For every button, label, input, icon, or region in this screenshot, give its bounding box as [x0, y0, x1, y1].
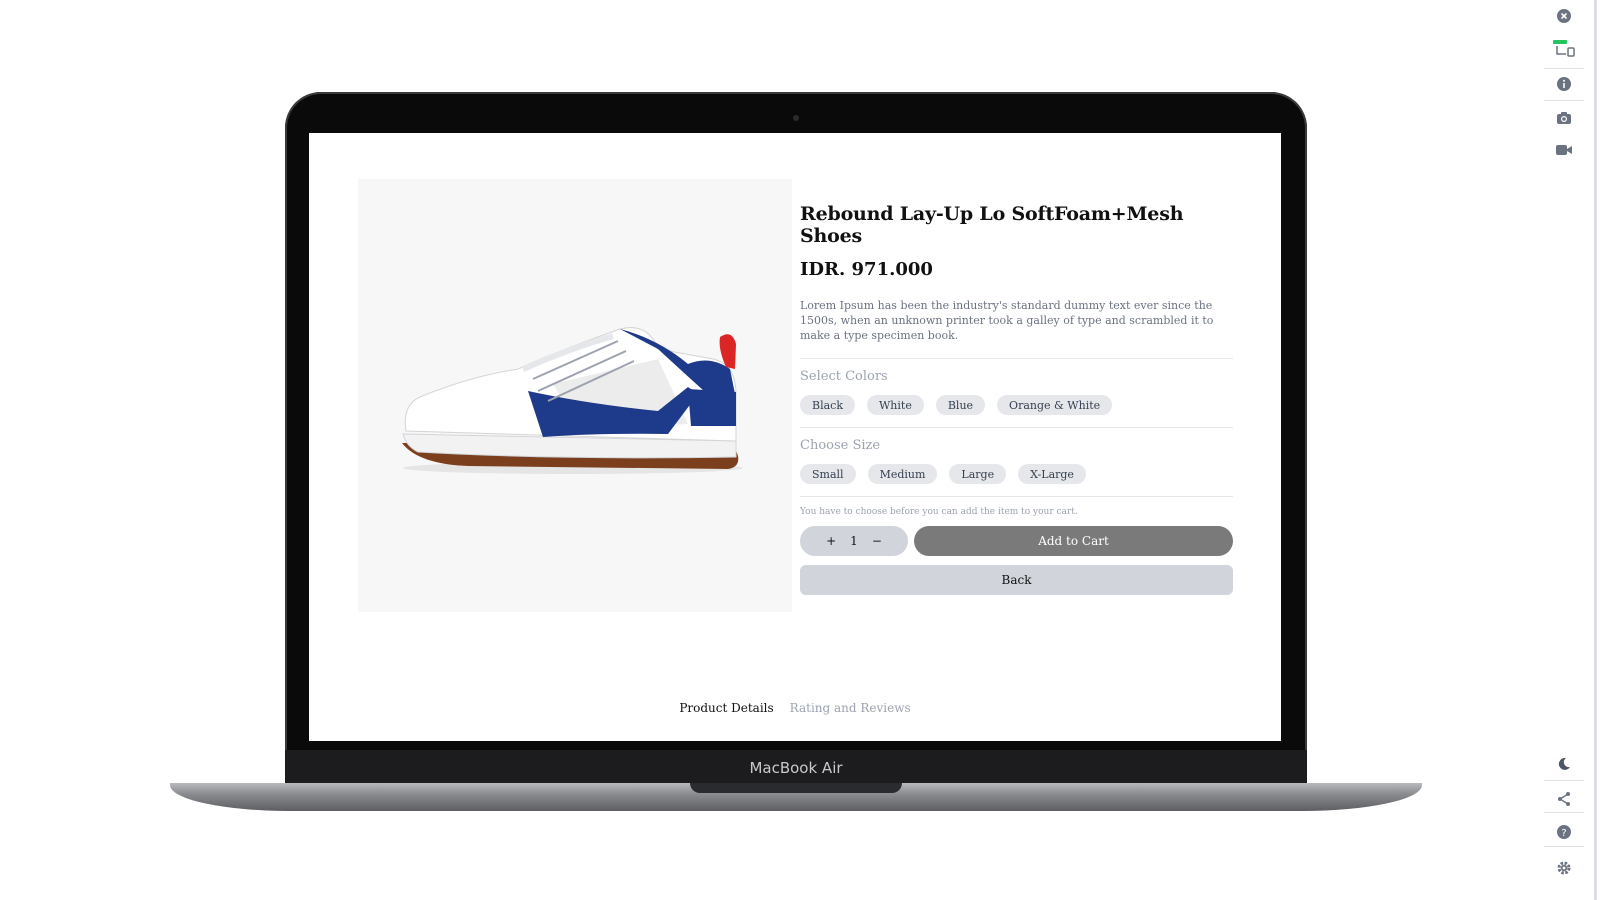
svg-text:?: ? [1561, 828, 1566, 839]
sizes-label: Choose Size [800, 438, 881, 453]
back-button[interactable]: Back [800, 565, 1233, 595]
add-to-cart-button[interactable]: Add to Cart [914, 526, 1233, 556]
size-option-medium[interactable]: Medium [867, 464, 938, 484]
tool-rail: ? [1544, 0, 1600, 900]
moon-icon[interactable] [1552, 752, 1576, 776]
tab-product-details[interactable]: Product Details [679, 701, 773, 715]
video-icon[interactable] [1552, 138, 1576, 162]
decrement-button[interactable]: − [872, 534, 882, 548]
divider [800, 358, 1233, 359]
color-option-black[interactable]: Black [800, 395, 855, 415]
share-icon[interactable] [1552, 787, 1576, 811]
help-icon[interactable]: ? [1552, 820, 1576, 844]
increment-button[interactable]: + [826, 534, 836, 548]
product-price: IDR. 971.000 [800, 259, 933, 280]
camera-dot [793, 115, 799, 121]
size-options: Small Medium Large X-Large [800, 464, 1233, 484]
rail-scrollbar[interactable] [1594, 0, 1597, 900]
size-option-small[interactable]: Small [800, 464, 856, 484]
info-icon[interactable] [1552, 72, 1576, 96]
divider [800, 496, 1233, 497]
camera-icon[interactable] [1552, 106, 1576, 130]
product-tabs: Product Details Rating and Reviews [309, 701, 1281, 715]
laptop-chin: MacBook Air [285, 750, 1307, 786]
laptop-screen: Rebound Lay-Up Lo SoftFoam+Mesh Shoes ID… [309, 133, 1281, 741]
tab-rating-reviews[interactable]: Rating and Reviews [790, 701, 911, 715]
color-option-blue[interactable]: Blue [935, 395, 986, 415]
product-details-panel: Rebound Lay-Up Lo SoftFoam+Mesh Shoes ID… [800, 203, 1233, 595]
color-option-orange-white[interactable]: Orange & White [997, 395, 1113, 415]
size-option-large[interactable]: Large [949, 464, 1007, 484]
quantity-value: 1 [850, 534, 858, 548]
laptop-frame: Rebound Lay-Up Lo SoftFoam+Mesh Shoes ID… [285, 92, 1307, 786]
close-icon[interactable] [1552, 4, 1576, 28]
gear-icon[interactable] [1552, 856, 1576, 880]
size-option-xlarge[interactable]: X-Large [1018, 464, 1086, 484]
laptop-base [170, 783, 1422, 811]
laptop-notch [690, 783, 902, 793]
colors-label: Select Colors [800, 369, 888, 384]
color-option-white[interactable]: White [867, 395, 924, 415]
cart-hint: You have to choose before you can add th… [800, 507, 1078, 517]
responsive-icon[interactable] [1552, 36, 1576, 60]
product-description: Lorem Ipsum has been the industry's stan… [800, 299, 1214, 342]
sneaker-illustration [402, 327, 743, 474]
device-label: MacBook Air [749, 759, 843, 777]
product-image [358, 179, 792, 612]
divider [800, 427, 1233, 428]
quantity-stepper: + 1 − [800, 526, 908, 556]
color-options: Black White Blue Orange & White [800, 395, 1233, 415]
cart-row: + 1 − Add to Cart [800, 526, 1233, 556]
product-title: Rebound Lay-Up Lo SoftFoam+Mesh Shoes [800, 203, 1184, 247]
